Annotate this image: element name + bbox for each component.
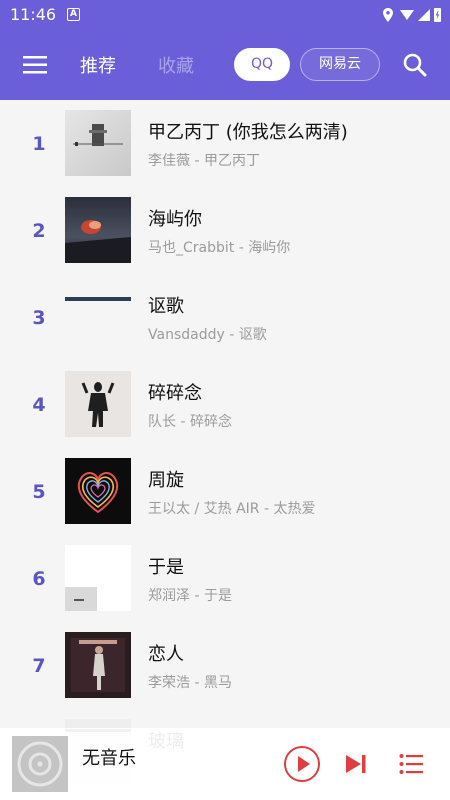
- play-circle-icon: [284, 746, 320, 782]
- song-row[interactable]: 2 海屿你 马也_Crabbit - 海屿你: [0, 187, 450, 274]
- song-artist-album: 郑润泽 - 于是: [148, 588, 232, 604]
- status-bar: 11:46 A: [0, 0, 450, 30]
- song-title: 恋人: [148, 644, 184, 665]
- player-bar: 无音乐: [0, 728, 450, 800]
- signal-icon: [418, 9, 430, 21]
- now-playing-title: 无音乐: [82, 748, 136, 769]
- song-title: 讴歌: [148, 296, 184, 317]
- tab-favorites[interactable]: 收藏: [158, 52, 194, 78]
- song-title: 海屿你: [148, 209, 202, 230]
- song-title: 甲乙丙丁 (你我怎么两清): [148, 122, 348, 143]
- battery-icon: [434, 8, 441, 22]
- tab-recommend[interactable]: 推荐: [80, 52, 116, 78]
- disc-icon: [12, 736, 68, 792]
- album-cover: [65, 632, 131, 698]
- status-icons: [382, 6, 442, 28]
- search-button[interactable]: [402, 52, 428, 78]
- song-rank: 5: [32, 481, 46, 503]
- song-row[interactable]: 5 周旋 王以太 / 艾热 AIR - 太热爱: [0, 448, 450, 535]
- song-artist-album: 王以太 / 艾热 AIR - 太热爱: [148, 501, 316, 517]
- song-artist-album: 李荣浩 - 黑马: [148, 675, 232, 691]
- song-row[interactable]: 7 恋人 李荣浩 - 黑马: [0, 622, 450, 709]
- status-time: 11:46: [10, 5, 57, 24]
- player-album-cover[interactable]: [12, 736, 68, 792]
- song-artist-album: Vansdaddy - 讴歌: [148, 327, 267, 343]
- source-netease-button[interactable]: 网易云: [300, 48, 380, 81]
- menu-button[interactable]: [20, 52, 50, 78]
- source-qq-button[interactable]: QQ: [234, 48, 290, 81]
- song-rank: 1: [32, 133, 46, 155]
- song-rank: 3: [32, 307, 46, 329]
- song-row[interactable]: 3 讴歌 Vansdaddy - 讴歌: [0, 274, 450, 361]
- hamburger-menu-icon: [23, 56, 47, 74]
- song-title: 碎碎念: [148, 383, 202, 404]
- playlist-icon: [399, 754, 423, 774]
- song-rank: 2: [32, 220, 46, 242]
- song-title: 于是: [148, 557, 184, 578]
- album-cover: [65, 458, 131, 524]
- song-row[interactable]: 4 碎碎念 队长 - 碎碎念: [0, 361, 450, 448]
- album-cover: [65, 545, 131, 611]
- album-cover: [65, 197, 131, 263]
- notification-a-badge: A: [67, 8, 80, 21]
- song-title: 周旋: [148, 470, 184, 491]
- album-cover: [65, 371, 131, 437]
- album-cover: [65, 284, 131, 350]
- song-artist-album: 队长 - 碎碎念: [148, 414, 232, 430]
- song-row[interactable]: 6 于是 郑润泽 - 于是: [0, 535, 450, 622]
- album-cover: [65, 110, 131, 176]
- playlist-button[interactable]: [399, 752, 423, 776]
- toolbar: 推荐 收藏 QQ 网易云: [0, 30, 450, 100]
- song-row[interactable]: 1 甲乙丙丁 (你我怎么两清) 李佳薇 - 甲乙丙丁: [0, 100, 450, 187]
- skip-next-icon: [346, 755, 366, 773]
- next-button[interactable]: [344, 753, 368, 775]
- song-rank: 7: [32, 655, 46, 677]
- location-icon: [383, 8, 393, 22]
- song-list: 1 甲乙丙丁 (你我怎么两清) 李佳薇 - 甲乙丙丁 2 海屿你 马也_Crab…: [0, 100, 450, 800]
- song-artist-album: 马也_Crabbit - 海屿你: [148, 240, 291, 256]
- song-artist-album: 李佳薇 - 甲乙丙丁: [148, 153, 260, 169]
- play-button[interactable]: [283, 745, 321, 783]
- song-rank: 6: [32, 568, 46, 590]
- wifi-icon: [400, 10, 414, 20]
- search-icon: [403, 53, 427, 77]
- song-rank: 4: [32, 394, 46, 416]
